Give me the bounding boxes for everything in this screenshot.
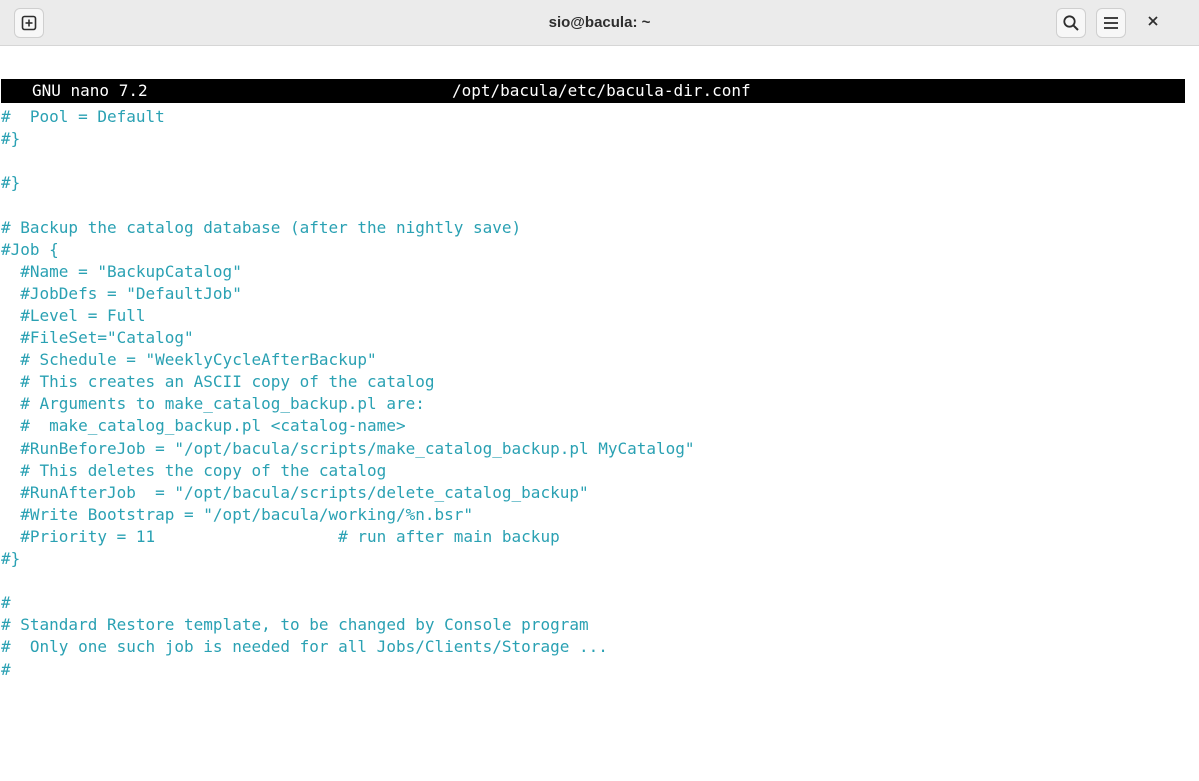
- editor-line[interactable]: # This creates an ASCII copy of the cata…: [1, 371, 434, 393]
- title-bar[interactable]: sio@bacula: ~: [0, 0, 1199, 46]
- editor-line[interactable]: #Priority = 11 # run after main backup: [1, 526, 559, 548]
- editor-line[interactable]: #Name = "BackupCatalog": [1, 261, 242, 283]
- editor-line[interactable]: # Backup the catalog database (after the…: [1, 217, 521, 239]
- nano-filename: /opt/bacula/etc/bacula-dir.conf: [452, 81, 751, 100]
- nano-header-bar: GNU nano 7.2 /opt/bacula/etc/bacula-dir.…: [1, 79, 1185, 103]
- editor-line[interactable]: #}: [1, 548, 20, 570]
- menu-button[interactable]: [1096, 8, 1126, 38]
- terminal-scrollbar[interactable]: [1186, 79, 1194, 781]
- editor-line[interactable]: #FileSet="Catalog": [1, 327, 193, 349]
- terminal-window: sio@bacula: ~ GNU nano 7.2 /opt/bacula/e…: [0, 0, 1199, 781]
- editor-line[interactable]: #: [1, 659, 11, 681]
- terminal-area[interactable]: GNU nano 7.2 /opt/bacula/etc/bacula-dir.…: [1, 79, 1199, 781]
- search-icon: [1062, 14, 1080, 32]
- editor-line[interactable]: # make_catalog_backup.pl <catalog-name>: [1, 415, 405, 437]
- plus-square-icon: [21, 15, 37, 31]
- editor-line[interactable]: #JobDefs = "DefaultJob": [1, 283, 242, 305]
- editor-line[interactable]: # Only one such job is needed for all Jo…: [1, 636, 608, 658]
- nano-version: GNU nano 7.2: [32, 81, 148, 100]
- editor-line[interactable]: # Arguments to make_catalog_backup.pl ar…: [1, 393, 425, 415]
- search-button[interactable]: [1056, 8, 1086, 38]
- editor-line[interactable]: #: [1, 592, 11, 614]
- scrollbar-thumb[interactable]: [1188, 79, 1192, 781]
- editor-line[interactable]: # This deletes the copy of the catalog: [1, 460, 386, 482]
- editor-line[interactable]: # Standard Restore template, to be chang…: [1, 614, 589, 636]
- editor-text-area[interactable]: # Pool = Default #} #} # Backup the catalog…: [1, 103, 1185, 781]
- editor-line[interactable]: #RunBeforeJob = "/opt/bacula/scripts/mak…: [1, 438, 694, 460]
- new-tab-button[interactable]: [14, 8, 44, 38]
- editor-line[interactable]: #RunAfterJob = "/opt/bacula/scripts/dele…: [1, 482, 588, 504]
- editor-line[interactable]: #Job {: [1, 239, 59, 261]
- editor-line[interactable]: #}: [1, 172, 20, 194]
- close-icon: [1147, 14, 1159, 32]
- close-button[interactable]: [1142, 12, 1164, 34]
- editor-line[interactable]: #Level = Full: [1, 305, 145, 327]
- editor-line[interactable]: #Write Bootstrap = "/opt/bacula/working/…: [1, 504, 473, 526]
- editor-line[interactable]: #}: [1, 128, 20, 150]
- window-title: sio@bacula: ~: [548, 14, 651, 31]
- editor-line[interactable]: # Schedule = "WeeklyCycleAfterBackup": [1, 349, 376, 371]
- hamburger-menu-icon: [1103, 16, 1119, 30]
- editor-line[interactable]: # Pool = Default: [1, 106, 165, 128]
